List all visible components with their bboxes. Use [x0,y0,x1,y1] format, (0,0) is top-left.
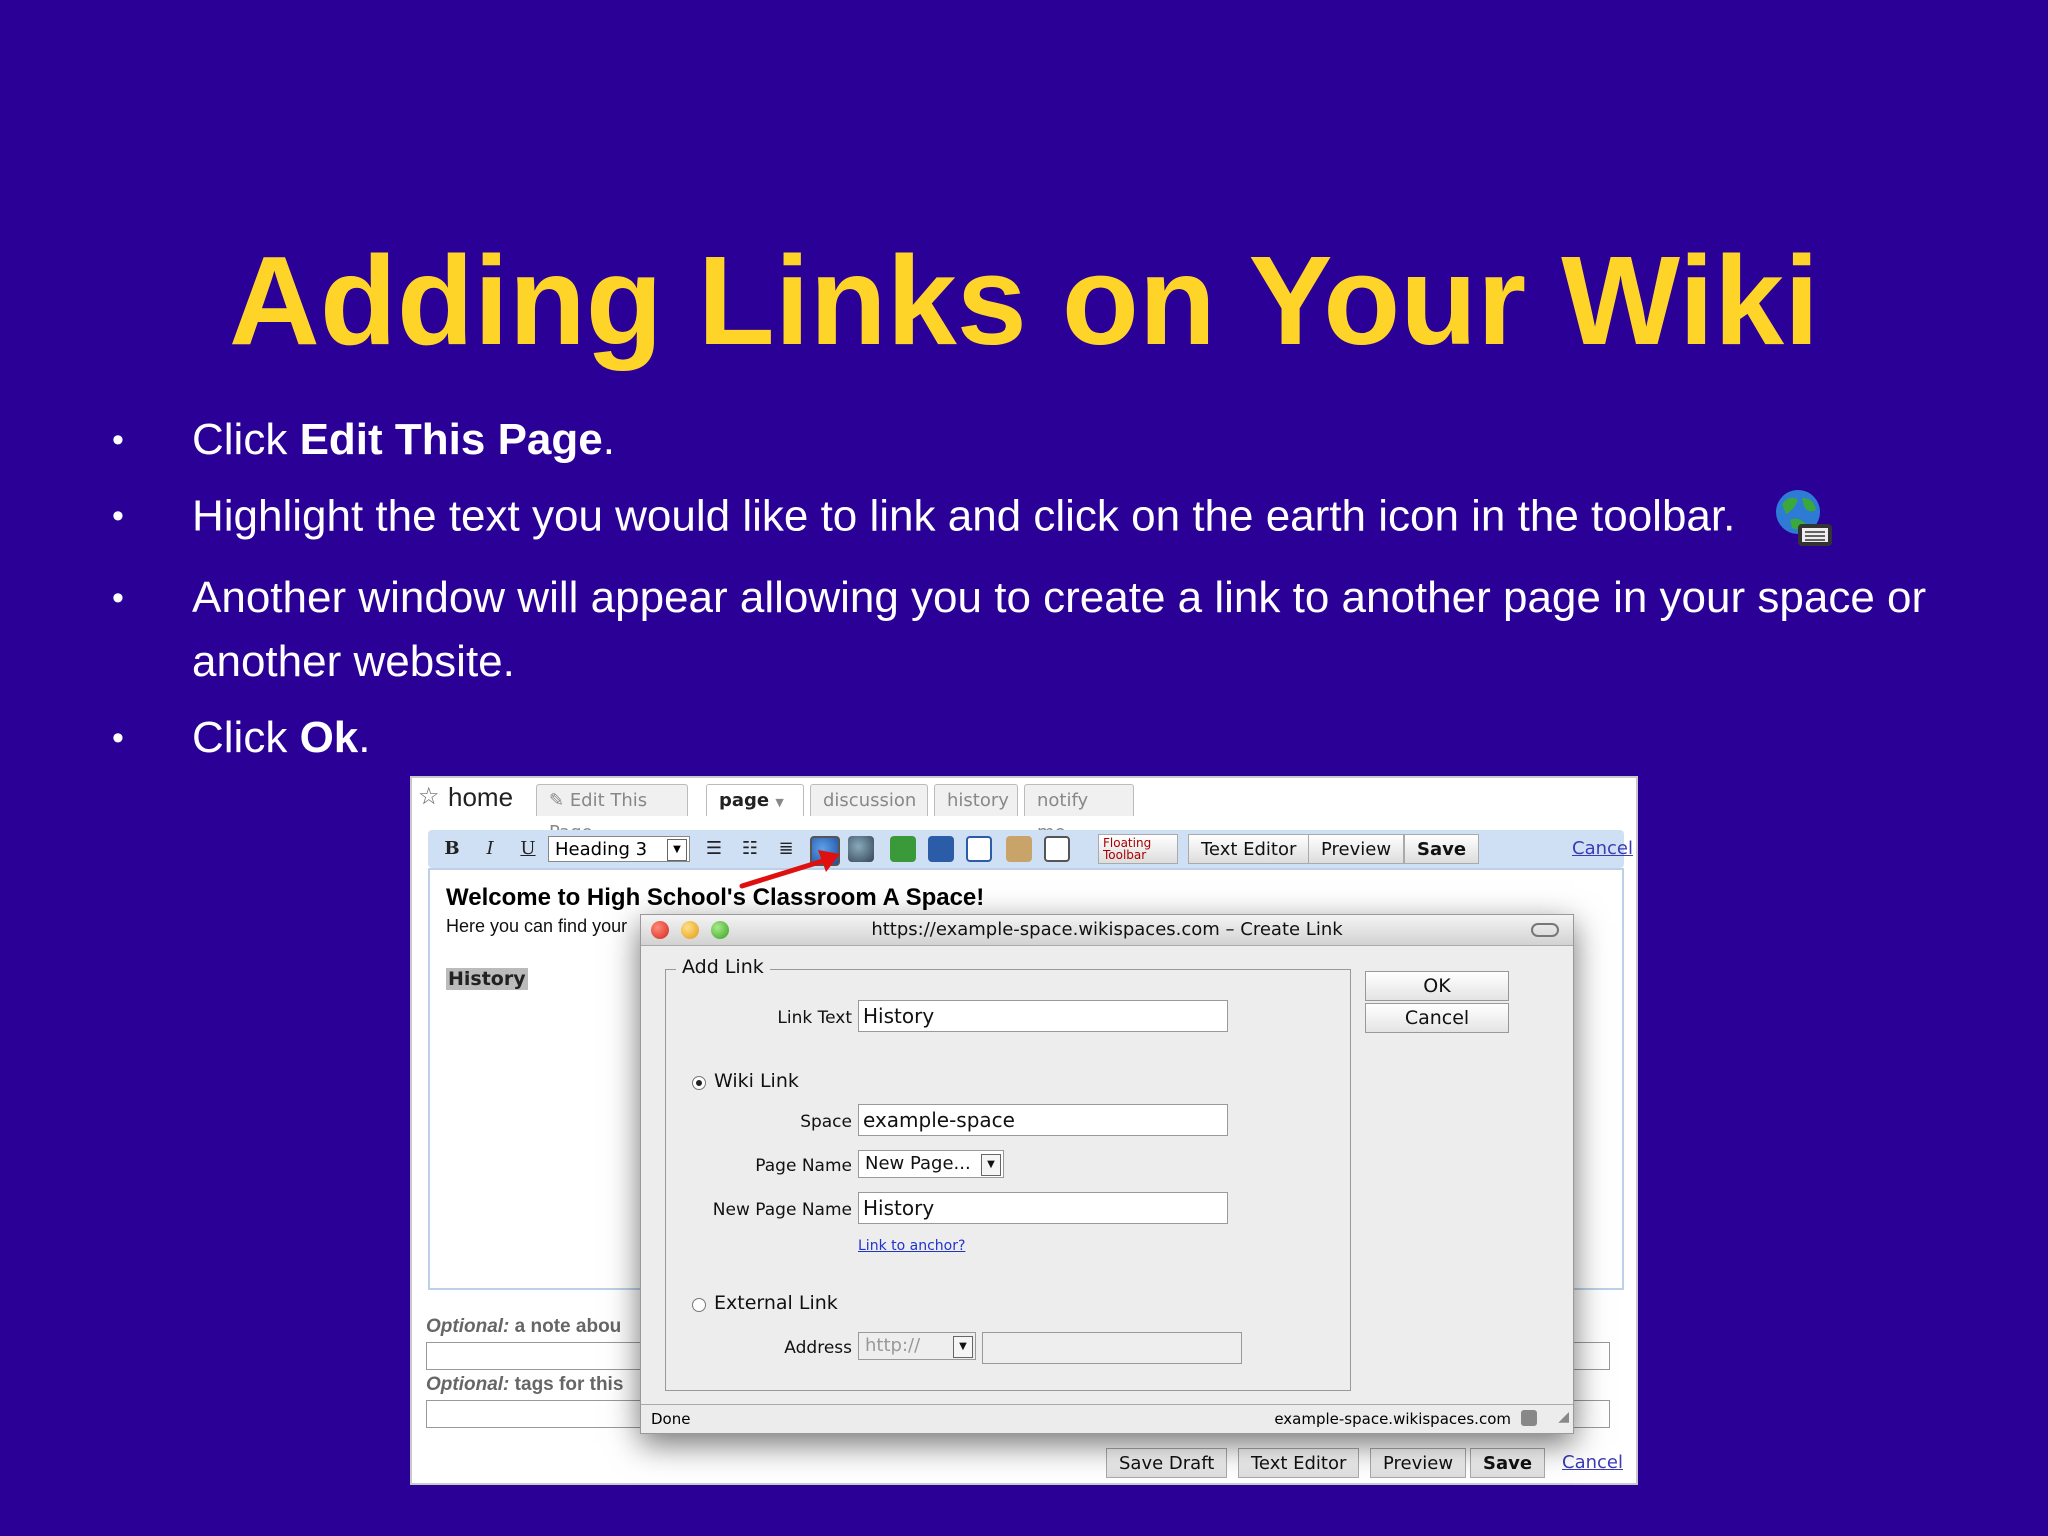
content-intro: Here you can find your [446,916,628,936]
new-page-name-label: New Page Name [712,1200,852,1220]
heading-select[interactable]: Heading 3 ▼ [548,836,690,862]
wiki-tabs: ☆ home ✎ Edit This Page page ▼ discussio… [412,778,1636,843]
image-icon[interactable] [890,836,916,862]
widget-icon[interactable] [1006,836,1032,862]
save-button[interactable]: Save [1470,1448,1546,1478]
chevron-down-icon: ▼ [953,1336,973,1358]
dialog-title: https://example-space.wikispaces.com – C… [871,919,1343,940]
status-domain: example-space.wikispaces.com [1274,1410,1511,1428]
optional-tags-label: Optional: tags for this [426,1374,624,1395]
space-input[interactable]: example-space [858,1104,1228,1136]
content-heading: Welcome to High School's Classroom A Spa… [446,884,985,911]
ok-button[interactable]: OK [1365,971,1509,1001]
address-label: Address [784,1338,852,1358]
link-to-anchor-link[interactable]: Link to anchor? [858,1238,965,1254]
link-text-input[interactable]: History [858,1000,1228,1032]
bullet-item: • Click Ok. [112,706,1972,770]
external-link-radio[interactable] [692,1298,706,1312]
underline-button[interactable]: U [514,836,542,862]
red-arrow-pointer [739,850,840,889]
special-char-icon[interactable] [1044,836,1070,862]
bold-button[interactable]: B [438,836,466,862]
wiki-link-radio[interactable] [692,1076,706,1090]
table-icon[interactable] [966,836,992,862]
link-text-label: Link Text [777,1008,852,1028]
dialog-titlebar: https://example-space.wikispaces.com – C… [641,915,1573,946]
save-draft-button[interactable]: Save Draft [1106,1448,1228,1478]
preview-button[interactable]: Preview [1370,1448,1467,1478]
new-page-name-input[interactable]: History [858,1192,1228,1224]
status-text: Done [651,1410,691,1428]
toolbar-toggle-icon[interactable] [1531,923,1559,937]
editor-toolbar: B I U Heading 3 ▼ ☰ ☷ ≣ Floating Toolbar … [428,830,1633,868]
address-protocol-select[interactable]: http://▼ [858,1332,976,1360]
text-editor-button[interactable]: Text Editor [1238,1448,1360,1478]
address-input[interactable] [982,1332,1242,1364]
wiki-link-label: Wiki Link [714,1070,799,1092]
page-name-select[interactable]: New Page... ▼ [858,1150,1004,1178]
save-button[interactable]: Save [1404,834,1480,864]
cancel-link[interactable]: Cancel [1562,1448,1623,1478]
bullet-dot: • [112,421,124,459]
chevron-down-icon: ▼ [981,1154,1001,1176]
tab-discussion[interactable]: discussion [810,784,928,816]
cancel-button[interactable]: Cancel [1365,1003,1509,1033]
bullet-dot: • [112,497,124,535]
unlink-icon[interactable] [848,836,874,862]
external-link-label: External Link [714,1292,838,1314]
tab-history[interactable]: history [934,784,1018,816]
bullet-list: • Click Edit This Page. • Highlight the … [112,408,1972,782]
bullet-item: • Click Edit This Page. [112,408,1972,472]
bullet-dot: • [112,579,124,617]
media-icon[interactable] [928,836,954,862]
lock-icon [1521,1410,1537,1426]
dialog-statusbar: Done example-space.wikispaces.com ◢ [641,1404,1573,1433]
bullet-item: • Another window will appear allowing yo… [112,566,1972,694]
tab-edit-this-page[interactable]: ✎ Edit This Page [536,784,688,843]
pencil-icon: ✎ [549,790,570,811]
star-icon[interactable]: ☆ [418,782,440,810]
space-label: Space [800,1112,852,1132]
resize-grip-icon[interactable]: ◢ [1558,1403,1569,1431]
text-editor-button[interactable]: Text Editor [1188,834,1310,864]
italic-button[interactable]: I [476,836,504,862]
highlighted-text[interactable]: History [446,968,528,990]
bullet-dot: • [112,719,124,757]
fieldset-legend: Add Link [676,956,770,978]
tab-page[interactable]: page ▼ [706,784,804,816]
create-link-dialog: https://example-space.wikispaces.com – C… [640,914,1574,1434]
home-label[interactable]: home [448,782,513,813]
numbered-list-icon[interactable]: ☰ [700,836,728,862]
chevron-down-icon: ▼ [775,796,784,809]
slide-title: Adding Links on Your Wiki [228,230,1820,371]
earth-link-icon [1775,490,1832,546]
floating-toolbar-button[interactable]: Floating Toolbar [1098,834,1178,864]
tab-notify-me[interactable]: notify me [1024,784,1134,843]
bullet-item: • Highlight the text you would like to l… [112,484,1972,554]
optional-note-label: Optional: a note abou [426,1316,622,1337]
preview-button[interactable]: Preview [1308,834,1405,864]
chevron-down-icon: ▼ [667,839,687,861]
add-link-fieldset: Add Link Link Text History Wiki Link Spa… [665,956,1351,1391]
page-name-label: Page Name [755,1156,852,1176]
cancel-link[interactable]: Cancel [1572,834,1633,864]
